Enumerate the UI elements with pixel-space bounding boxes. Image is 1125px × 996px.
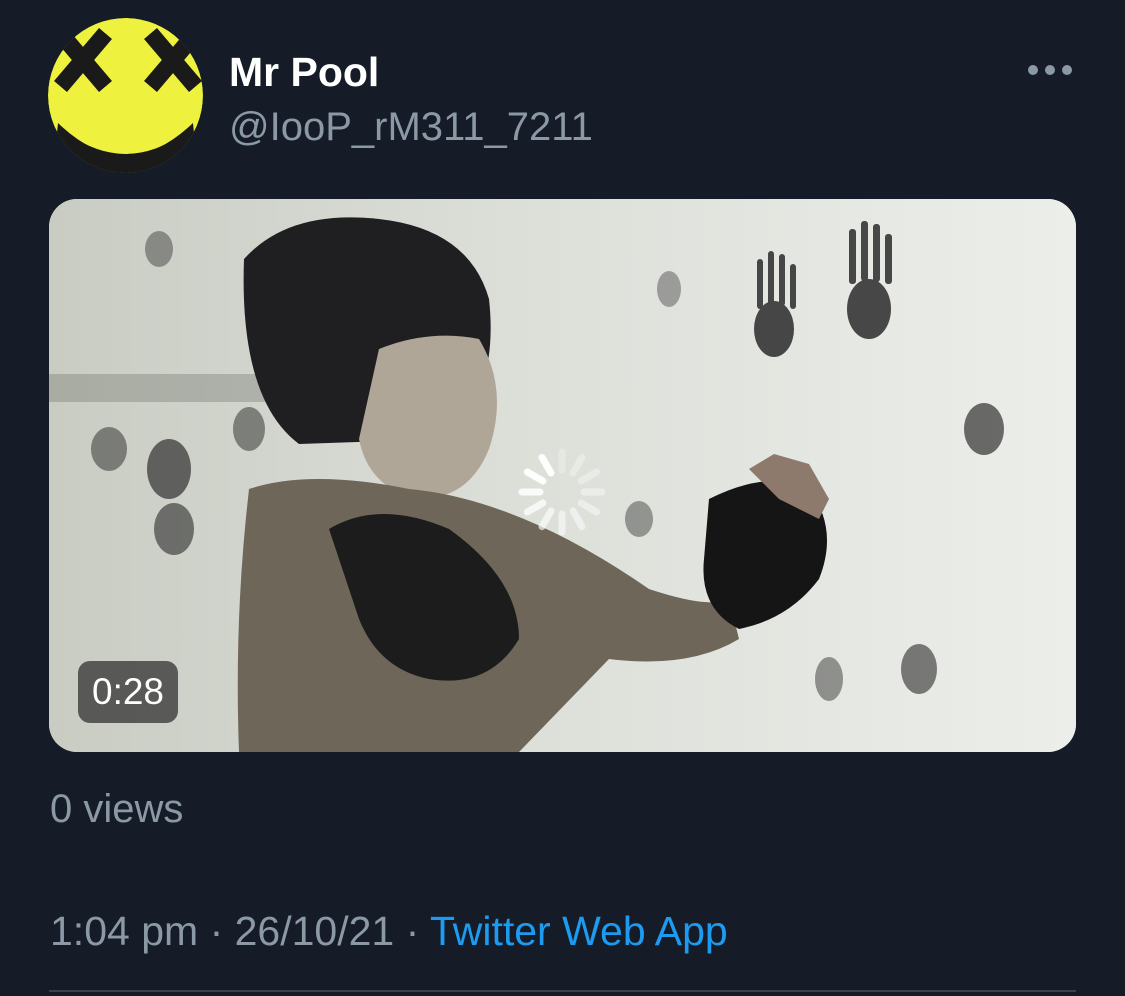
video-duration-badge: 0:28 (78, 661, 179, 723)
more-options-button[interactable] (1018, 48, 1082, 92)
more-options-icon (1028, 65, 1072, 75)
avatar[interactable] (48, 18, 203, 173)
tweet-date[interactable]: 26/10/21 (235, 908, 395, 954)
separator: · (405, 908, 420, 954)
divider (49, 990, 1076, 992)
loading-spinner-icon (518, 448, 606, 536)
yellow-smiley-face-icon (48, 18, 203, 173)
tweet-time[interactable]: 1:04 pm (50, 908, 198, 954)
source-app-link[interactable]: Twitter Web App (430, 908, 728, 954)
tweet-metadata: 1:04 pm · 26/10/21 · Twitter Web App (50, 905, 728, 957)
tweet: Mr Pool @IooP_rM311_7211 0:28 0 views 1:… (0, 0, 1125, 996)
display-name[interactable]: Mr Pool (229, 46, 379, 98)
video-player[interactable]: 0:28 (49, 199, 1076, 752)
view-count: 0 views (50, 787, 184, 831)
separator: · (209, 908, 224, 954)
user-handle[interactable]: @IooP_rM311_7211 (229, 102, 593, 152)
